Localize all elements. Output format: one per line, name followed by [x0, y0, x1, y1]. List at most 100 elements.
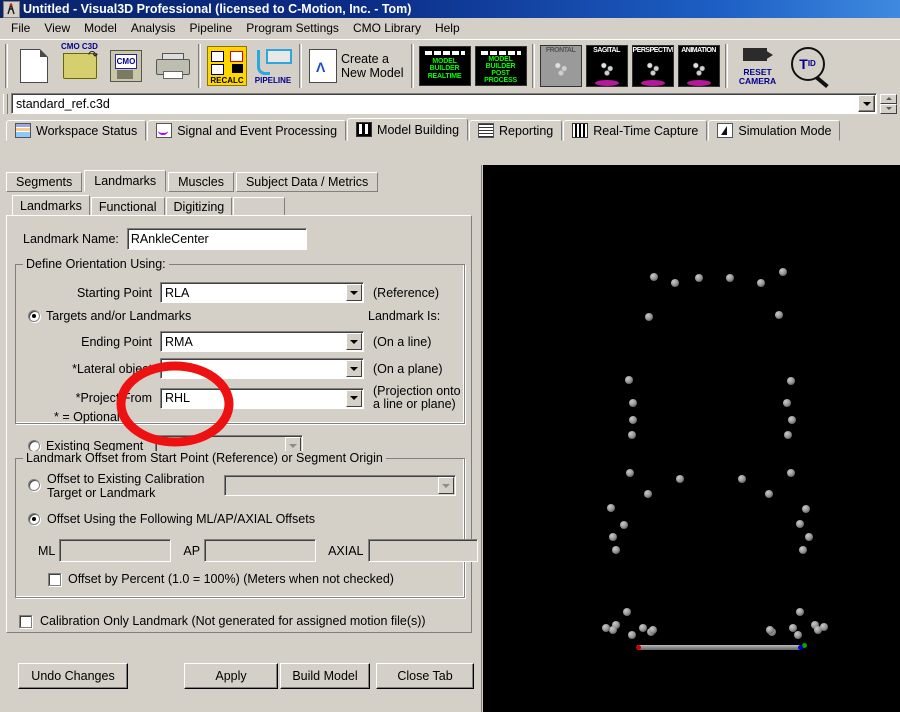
create-new-model-button[interactable]: Λ Create a New Model: [305, 43, 408, 89]
file-combo-dropdown-icon[interactable]: [858, 95, 875, 112]
inner-tab-landmarks[interactable]: Landmarks: [12, 195, 90, 216]
menu-item-program-settings[interactable]: Program Settings: [239, 19, 346, 37]
viewport-marker[interactable]: [629, 399, 637, 407]
menu-item-file[interactable]: File: [4, 19, 37, 37]
viewport-marker[interactable]: [626, 469, 634, 477]
viewport-marker[interactable]: [628, 631, 636, 639]
existing-segment-radio[interactable]: [28, 439, 40, 452]
viewport-marker[interactable]: [671, 279, 679, 287]
viewport-marker[interactable]: [650, 273, 658, 281]
view-perspective-button[interactable]: PERSPECTIVE: [630, 43, 676, 89]
print-button[interactable]: [149, 43, 195, 89]
tab-reporting[interactable]: Reporting: [469, 120, 563, 141]
viewport-marker[interactable]: [784, 431, 792, 439]
viewport-marker[interactable]: [787, 377, 795, 385]
viewport-marker[interactable]: [783, 399, 791, 407]
view-animation-button[interactable]: ANIMATION: [676, 43, 722, 89]
viewport-marker[interactable]: [649, 626, 657, 634]
viewport-marker[interactable]: [620, 521, 628, 529]
viewport-marker[interactable]: [609, 626, 617, 634]
section-tab-muscles[interactable]: Muscles: [168, 172, 234, 192]
viewport-marker[interactable]: [766, 626, 774, 634]
menu-item-model[interactable]: Model: [77, 19, 124, 37]
menu-item-pipeline[interactable]: Pipeline: [183, 19, 240, 37]
view-sagital-button[interactable]: SAGITAL: [584, 43, 630, 89]
offset-mlapaxial-radio[interactable]: [28, 513, 40, 525]
undo-changes-button[interactable]: Undo Changes: [18, 663, 128, 689]
offset-mlapaxial-row[interactable]: Offset Using the Following ML/AP/AXIAL O…: [28, 512, 315, 526]
viewport-marker[interactable]: [796, 520, 804, 528]
tab-workspace-status[interactable]: Workspace Status: [6, 120, 147, 141]
axial-input[interactable]: [367, 539, 478, 562]
landmark-name-input[interactable]: RAnkleCenter: [126, 228, 307, 250]
pipeline-button[interactable]: PIPELINE: [250, 43, 296, 89]
section-tab-segments[interactable]: Segments: [6, 172, 83, 192]
viewport-marker[interactable]: [676, 475, 684, 483]
inner-tab-functional[interactable]: Functional: [90, 197, 165, 216]
reset-camera-button[interactable]: RESET CAMERA: [731, 43, 785, 89]
viewport-marker[interactable]: [779, 268, 787, 276]
viewport-marker[interactable]: [623, 608, 631, 616]
offset-existing-calibration-combo[interactable]: [224, 475, 457, 496]
tab-signal-event-processing[interactable]: Signal and Event Processing: [147, 120, 347, 141]
ap-input[interactable]: [204, 539, 317, 562]
ending-point-combo[interactable]: RMA: [160, 331, 364, 352]
viewport-marker[interactable]: [602, 624, 610, 632]
toolbar-grip[interactable]: [3, 93, 8, 114]
viewport-marker[interactable]: [628, 431, 636, 439]
viewport-marker[interactable]: [788, 416, 796, 424]
file-spinner-down[interactable]: [880, 103, 897, 114]
viewport-marker[interactable]: [787, 469, 795, 477]
offset-by-percent-checkbox[interactable]: [48, 572, 61, 586]
new-file-button[interactable]: [11, 43, 57, 89]
viewport-marker[interactable]: [609, 533, 617, 541]
model-builder-post-process-button[interactable]: MODEL BUILDER POST PROCESS: [473, 43, 529, 89]
ending-point-dropdown-icon[interactable]: [346, 333, 362, 350]
apply-button[interactable]: Apply: [184, 663, 278, 689]
menu-item-help[interactable]: Help: [428, 19, 467, 37]
section-tab-subject-data-metrics[interactable]: Subject Data / Metrics: [235, 172, 379, 192]
inner-tab-digitizing[interactable]: Digitizing: [165, 197, 233, 216]
tab-real-time-capture[interactable]: Real-Time Capture: [563, 120, 708, 141]
3d-viewport[interactable]: [483, 165, 900, 712]
file-combo-box[interactable]: standard_ref.c3d: [11, 93, 877, 114]
viewport-marker[interactable]: [639, 624, 647, 632]
lateral-object-dropdown-icon[interactable]: [346, 360, 362, 377]
ml-input[interactable]: [59, 539, 172, 562]
targets-landmarks-radio-row[interactable]: Targets and/or Landmarks: [28, 309, 191, 323]
viewport-marker[interactable]: [757, 279, 765, 287]
lateral-object-combo[interactable]: [160, 358, 364, 379]
viewport-marker[interactable]: [796, 608, 804, 616]
calibration-only-row[interactable]: Calibration Only Landmark (Not generated…: [19, 614, 426, 628]
viewport-marker[interactable]: [625, 376, 633, 384]
calibration-only-checkbox[interactable]: [19, 614, 32, 628]
project-from-dropdown-icon[interactable]: [346, 389, 362, 407]
targets-landmarks-radio[interactable]: [28, 310, 40, 322]
viewport-marker[interactable]: [629, 416, 637, 424]
viewport-marker[interactable]: [612, 546, 620, 554]
starting-point-dropdown-icon[interactable]: [346, 284, 362, 301]
recalc-button[interactable]: RECALC: [204, 43, 250, 89]
viewport-marker[interactable]: [645, 313, 653, 321]
save-cmo-button[interactable]: CMO: [103, 43, 149, 89]
viewport-marker[interactable]: [802, 505, 810, 513]
tab-simulation-mode[interactable]: Simulation Mode: [708, 120, 841, 141]
starting-point-combo[interactable]: RLA: [160, 282, 364, 303]
file-spinner-up[interactable]: [880, 93, 897, 104]
menu-item-view[interactable]: View: [37, 19, 77, 37]
menu-item-analysis[interactable]: Analysis: [124, 19, 183, 37]
viewport-marker[interactable]: [794, 631, 802, 639]
target-id-button[interactable]: T ID: [785, 43, 837, 89]
offset-existing-calibration-dropdown-icon[interactable]: [438, 477, 455, 494]
open-file-button[interactable]: CMO C3D ↷: [57, 42, 103, 89]
model-builder-realtime-button[interactable]: MODEL BUILDER REALTIME: [417, 43, 473, 89]
file-spinner[interactable]: [880, 93, 897, 114]
viewport-marker[interactable]: [799, 546, 807, 554]
viewport-marker[interactable]: [695, 274, 703, 282]
viewport-marker[interactable]: [820, 623, 828, 631]
view-frontal-button[interactable]: FRONTAL: [538, 43, 584, 89]
offset-by-percent-row[interactable]: Offset by Percent (1.0 = 100%) (Meters w…: [48, 572, 394, 586]
viewport-marker[interactable]: [644, 490, 652, 498]
section-tab-landmarks[interactable]: Landmarks: [84, 170, 167, 192]
viewport-marker[interactable]: [789, 624, 797, 632]
